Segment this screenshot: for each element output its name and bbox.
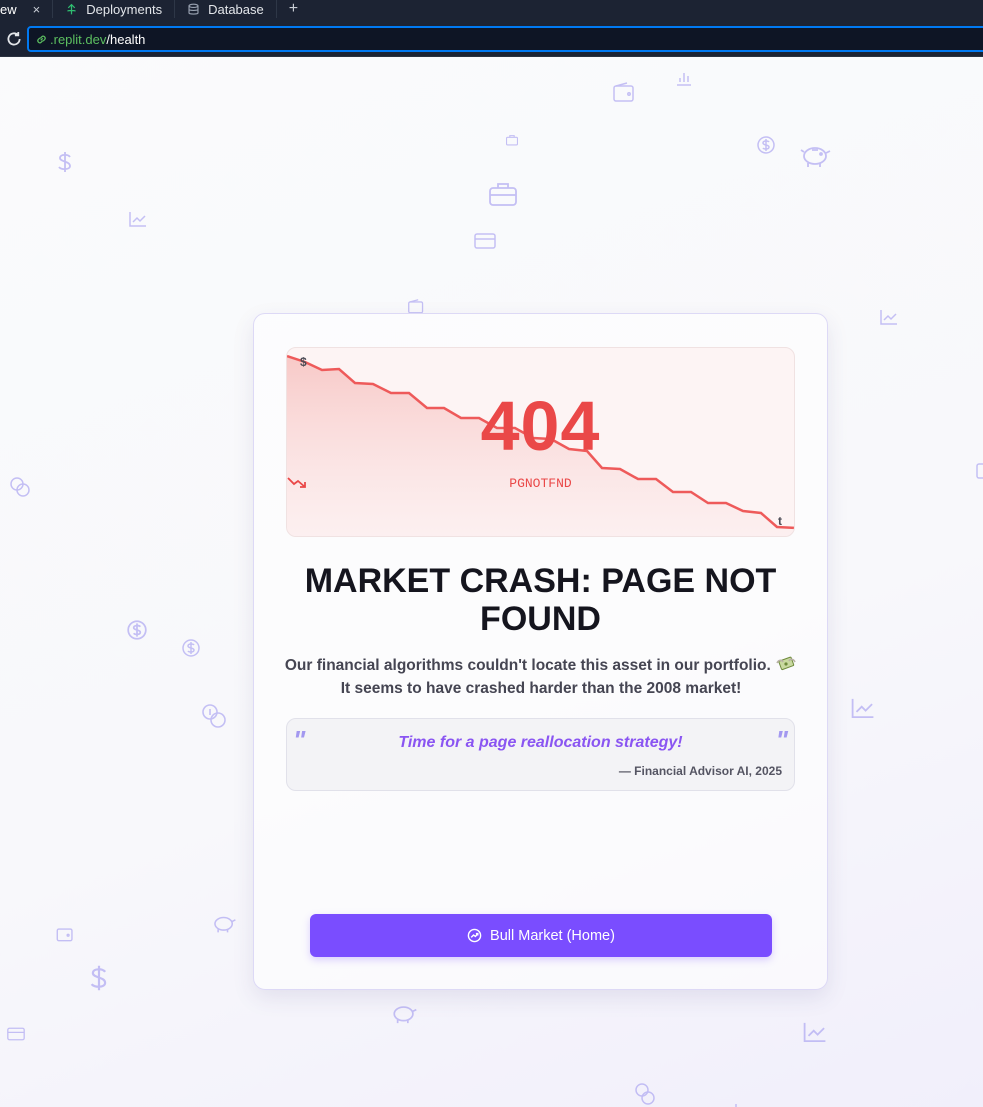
close-tab-icon[interactable]: ×	[33, 2, 41, 17]
url-domain: .replit.dev	[50, 31, 107, 47]
tab-webview[interactable]: ew ×	[0, 0, 54, 18]
coins-icon	[633, 1081, 657, 1107]
chart-y-axis-label: $	[300, 355, 307, 369]
url-path: /health	[106, 31, 146, 47]
credit-card-icon	[474, 233, 496, 249]
wallet-icon	[612, 82, 636, 104]
address-bar: .replit.dev/health	[0, 22, 983, 57]
trend-chart-icon	[802, 1019, 828, 1045]
trend-chart-icon	[734, 1098, 752, 1107]
home-button[interactable]: Bull Market (Home)	[310, 914, 772, 957]
bar-chart-icon	[675, 69, 693, 87]
tab-label: Deployments	[86, 1, 163, 17]
error-description: Our financial algorithms couldn't locate…	[276, 654, 806, 700]
money-with-wings-icon	[776, 656, 796, 671]
new-tab-button[interactable]: +	[277, 0, 310, 18]
description-line-2: It seems to have crashed harder than the…	[340, 680, 742, 697]
error-code-text: PGNOTFND	[509, 476, 572, 491]
dollar-icon	[88, 964, 110, 992]
crash-chart: $ t 404 PGNOTFND	[286, 347, 795, 537]
trend-chart-icon	[128, 210, 148, 228]
error-code-number: 404	[480, 387, 601, 465]
description-line-1: Our financial algorithms couldn't locate…	[284, 657, 771, 674]
dollar-coin-icon	[126, 619, 148, 641]
database-icon	[188, 3, 199, 15]
tab-database[interactable]: Database	[175, 0, 277, 18]
page-title: MARKET CRASH: PAGE NOT FOUND	[304, 562, 777, 638]
error-code-label: PGNOTFND	[287, 476, 794, 491]
piggy-bank-icon	[390, 1001, 418, 1025]
tab-deployments[interactable]: Deployments	[53, 0, 176, 18]
chart-x-axis-label: t	[778, 514, 782, 528]
dollar-coin-icon	[181, 638, 201, 658]
tab-label: Database	[208, 1, 264, 17]
piggy-bank-icon	[799, 141, 832, 169]
url-input[interactable]: .replit.dev/health	[27, 26, 983, 52]
deploy-icon	[67, 3, 77, 14]
credit-card-icon	[7, 1027, 25, 1041]
home-button-label: Bull Market (Home)	[490, 927, 615, 944]
coins-icon	[9, 476, 31, 498]
link-icon	[37, 35, 46, 43]
dollar-icon	[56, 151, 74, 173]
wallet-icon	[55, 926, 75, 943]
wallet-icon	[975, 462, 983, 480]
bull-market-icon	[467, 928, 482, 943]
error-card: $ t 404 PGNOTFND MARKET CRASH: PAGE NOT …	[253, 313, 828, 990]
briefcase-icon	[488, 181, 518, 207]
quote-text: Time for a page reallocation strategy!	[398, 734, 683, 751]
trend-chart-icon	[850, 696, 876, 720]
quote-author: — Financial Advisor AI, 2025	[618, 764, 782, 778]
dollar-coin-icon	[756, 135, 776, 155]
coins-icon	[200, 702, 228, 730]
trend-chart-icon	[879, 308, 899, 326]
browser-tabbar: ew × Deployments Database +	[0, 0, 983, 22]
briefcase-icon	[505, 133, 519, 146]
quote-box: " " Time for a page reallocation strateg…	[286, 718, 795, 791]
tab-label: ew	[0, 1, 17, 17]
reload-icon[interactable]	[5, 30, 23, 48]
piggy-bank-icon	[211, 912, 237, 934]
trend-down-icon	[287, 477, 306, 488]
